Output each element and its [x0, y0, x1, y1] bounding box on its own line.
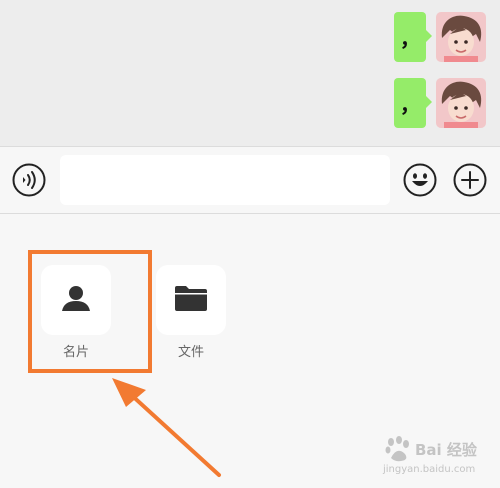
avatar[interactable] [436, 78, 486, 128]
message-row: ， [394, 12, 486, 62]
avatar[interactable] [436, 12, 486, 62]
emoji-icon[interactable] [403, 163, 437, 197]
paw-icon [385, 436, 409, 462]
file-label: 文件 [177, 345, 204, 360]
message-input[interactable] [60, 155, 390, 205]
folder-icon [174, 284, 208, 316]
chat-history: ， ， [0, 0, 500, 146]
watermark-url: jingyan.baidu.com [383, 464, 476, 475]
plus-icon[interactable] [453, 163, 487, 197]
message-row: ， [394, 78, 486, 128]
watermark: Bai 经验 jingyan.baidu.com [383, 436, 495, 480]
watermark-text: Bai 经验 [415, 441, 477, 459]
input-bar [0, 146, 500, 214]
message-bubble[interactable]: ， [394, 12, 432, 62]
voice-icon[interactable] [12, 163, 46, 197]
file-button[interactable] [156, 265, 226, 335]
highlight-box [28, 250, 152, 373]
message-bubble[interactable]: ， [394, 78, 432, 128]
